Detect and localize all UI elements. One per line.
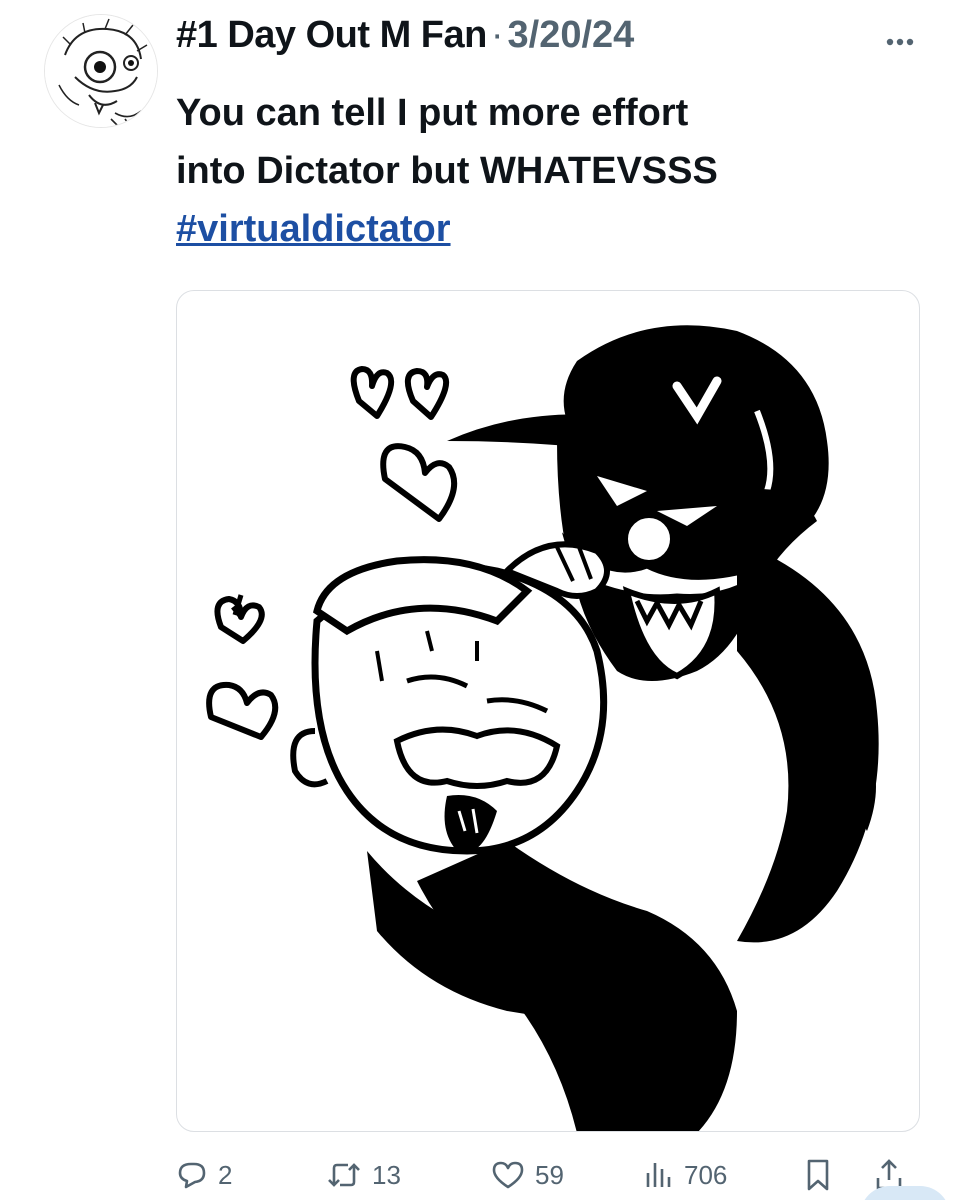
separator-dot: ·	[490, 14, 504, 56]
tweet-text-line-2: into Dictator but WHATEVSSS	[176, 150, 718, 192]
bookmark-icon	[807, 1159, 829, 1191]
like-button[interactable]: 59	[491, 1152, 564, 1198]
like-icon	[492, 1161, 524, 1189]
bookmark-button[interactable]	[804, 1152, 832, 1198]
tweet-image[interactable]	[176, 290, 920, 1132]
retweet-button[interactable]: 13	[326, 1152, 401, 1198]
reply-count: 2	[218, 1159, 233, 1190]
more-icon[interactable]	[876, 20, 924, 60]
views-icon	[646, 1163, 671, 1187]
like-count: 59	[535, 1159, 564, 1190]
tweet-header: #1 Day Out M Fan · 3/20/24	[176, 14, 924, 70]
hashtag-link[interactable]: #virtualdictator	[176, 208, 451, 250]
retweet-count: 13	[372, 1159, 401, 1190]
reply-icon	[178, 1162, 206, 1189]
view-count: 706	[684, 1159, 728, 1190]
illustration	[206, 325, 879, 1131]
views-button[interactable]: 706	[644, 1152, 727, 1198]
reply-button[interactable]: 2	[176, 1152, 232, 1198]
tweet-text-line-1: You can tell I put more effort	[176, 92, 689, 134]
avatar-sketch	[45, 15, 157, 127]
avatar[interactable]	[44, 14, 158, 128]
display-name[interactable]: #1 Day Out M Fan	[176, 14, 487, 56]
tweet-date[interactable]: 3/20/24	[508, 14, 635, 56]
tweet-text: You can tell I put more effort into Dict…	[176, 84, 936, 258]
action-bar: 2 13 59 706	[176, 1152, 936, 1200]
retweet-icon	[328, 1163, 360, 1187]
